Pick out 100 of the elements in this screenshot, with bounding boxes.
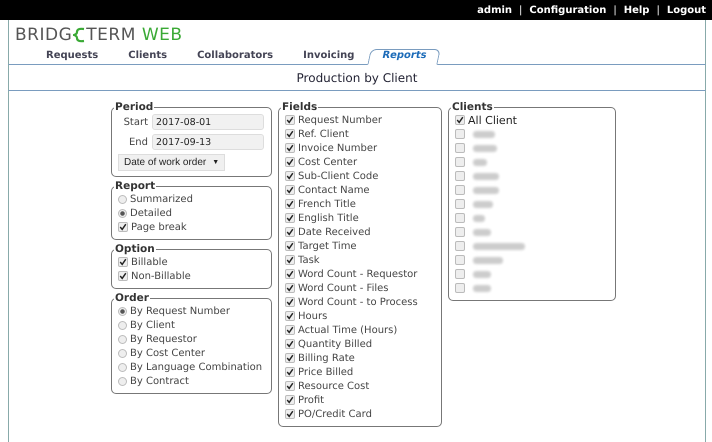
radio-button[interactable] bbox=[118, 376, 127, 386]
checkbox[interactable] bbox=[285, 255, 295, 265]
radio-button[interactable] bbox=[118, 362, 127, 372]
option-label: Word Count - Files bbox=[298, 282, 388, 294]
checkbox[interactable] bbox=[118, 271, 128, 281]
radio-button[interactable] bbox=[118, 194, 127, 204]
checkbox[interactable] bbox=[118, 257, 128, 267]
checkbox[interactable] bbox=[455, 227, 465, 237]
checkbox[interactable] bbox=[285, 157, 295, 167]
checkbox[interactable] bbox=[285, 395, 295, 405]
nav-tab[interactable]: Collaborators bbox=[182, 50, 288, 64]
option-label: Word Count - Requestor bbox=[298, 268, 418, 280]
checkbox[interactable] bbox=[455, 157, 465, 167]
option-label: Non-Billable bbox=[131, 270, 191, 282]
checkbox[interactable] bbox=[285, 241, 295, 251]
group-legend: Clients bbox=[451, 101, 494, 113]
page-title: Production by Client bbox=[296, 70, 418, 84]
checkbox[interactable] bbox=[285, 129, 295, 139]
checkbox[interactable] bbox=[285, 227, 295, 237]
blurred-label bbox=[473, 256, 503, 264]
blurred-label bbox=[473, 144, 497, 152]
checkbox[interactable] bbox=[285, 353, 295, 363]
checkbox[interactable] bbox=[285, 269, 295, 279]
checkbox[interactable] bbox=[455, 143, 465, 153]
field-label: End bbox=[128, 136, 148, 148]
checkbox[interactable] bbox=[285, 367, 295, 377]
checkbox[interactable] bbox=[455, 129, 465, 139]
radio-button[interactable] bbox=[118, 306, 127, 316]
option-label: All Client bbox=[468, 114, 517, 126]
nav-tab[interactable]: Requests bbox=[31, 50, 114, 64]
nav-tab[interactable]: Clients bbox=[113, 50, 182, 64]
option-label: Detailed bbox=[130, 208, 172, 218]
checkbox[interactable] bbox=[285, 297, 295, 307]
top-link[interactable]: Logout bbox=[666, 4, 706, 16]
checkbox[interactable] bbox=[285, 171, 295, 181]
option-label: By Request Number bbox=[130, 306, 230, 316]
checkbox[interactable] bbox=[285, 199, 295, 209]
checkbox[interactable] bbox=[285, 339, 295, 349]
option-label: Ref. Client bbox=[298, 128, 349, 140]
nav-tab[interactable]: Invoicing bbox=[288, 50, 370, 64]
checkbox[interactable] bbox=[285, 325, 295, 335]
checkbox[interactable] bbox=[285, 185, 295, 195]
blurred-label bbox=[473, 228, 491, 236]
option-label: Word Count - to Process bbox=[298, 296, 418, 308]
checkbox[interactable] bbox=[118, 222, 128, 232]
checkbox[interactable] bbox=[455, 255, 465, 265]
checkbox[interactable] bbox=[455, 185, 465, 195]
option-label: PO/Credit Card bbox=[298, 408, 372, 420]
checkbox[interactable] bbox=[285, 409, 295, 419]
checkbox[interactable] bbox=[285, 115, 295, 125]
option-label: French Title bbox=[298, 198, 356, 210]
top-link[interactable]: Help bbox=[624, 4, 650, 16]
radio-button[interactable] bbox=[118, 334, 127, 344]
option-label: Hours bbox=[298, 310, 328, 322]
option-label: Page break bbox=[131, 222, 187, 232]
blurred-label bbox=[473, 172, 499, 180]
logo-suffix: WEB bbox=[142, 25, 183, 45]
end-date-field[interactable]: 2017-09-13 bbox=[152, 134, 264, 150]
option-label: Actual Time (Hours) bbox=[298, 324, 398, 336]
blurred-label bbox=[473, 284, 491, 292]
checkbox[interactable] bbox=[455, 283, 465, 293]
field-label: Start bbox=[122, 116, 148, 128]
start-date-field[interactable]: 2017-08-01 bbox=[152, 114, 264, 130]
top-link[interactable]: admin bbox=[477, 4, 512, 16]
checkbox[interactable] bbox=[285, 283, 295, 293]
checkbox[interactable] bbox=[455, 115, 465, 125]
option-label: Profit bbox=[298, 394, 324, 406]
blurred-label bbox=[473, 130, 495, 138]
option-label: Date Received bbox=[298, 226, 371, 238]
nav-tab[interactable]: Reports bbox=[368, 49, 442, 65]
top-link[interactable]: Configuration bbox=[529, 4, 606, 16]
blurred-label bbox=[473, 214, 485, 222]
checkbox[interactable] bbox=[455, 171, 465, 181]
option-label: Task bbox=[298, 254, 320, 266]
option-label: Cost Center bbox=[298, 156, 358, 168]
radio-button[interactable] bbox=[118, 348, 127, 358]
option-label: By Language Combination bbox=[130, 362, 262, 372]
checkbox[interactable] bbox=[455, 269, 465, 279]
separator: | bbox=[656, 4, 660, 16]
checkbox[interactable] bbox=[285, 143, 295, 153]
group-legend: Period bbox=[114, 101, 154, 113]
radio-button[interactable] bbox=[118, 208, 127, 218]
option-label: Invoice Number bbox=[298, 142, 378, 154]
option-label: Resource Cost bbox=[298, 380, 370, 392]
checkbox[interactable] bbox=[285, 311, 295, 321]
option-label: Contact Name bbox=[298, 184, 370, 196]
checkbox[interactable] bbox=[455, 199, 465, 209]
option-label: Quantity Billed bbox=[298, 338, 372, 350]
checkbox[interactable] bbox=[285, 381, 295, 391]
radio-button[interactable] bbox=[118, 320, 127, 330]
option-label: By Requestor bbox=[130, 334, 197, 344]
checkbox[interactable] bbox=[285, 213, 295, 223]
checkbox[interactable] bbox=[455, 213, 465, 223]
separator: | bbox=[519, 4, 522, 16]
checkbox[interactable] bbox=[455, 241, 465, 251]
option-label: Billable bbox=[131, 256, 168, 268]
logo-text: BRIDG bbox=[15, 25, 72, 45]
blurred-label bbox=[473, 186, 499, 194]
group-legend: Fields bbox=[281, 101, 318, 113]
group-legend: Option bbox=[114, 243, 156, 255]
